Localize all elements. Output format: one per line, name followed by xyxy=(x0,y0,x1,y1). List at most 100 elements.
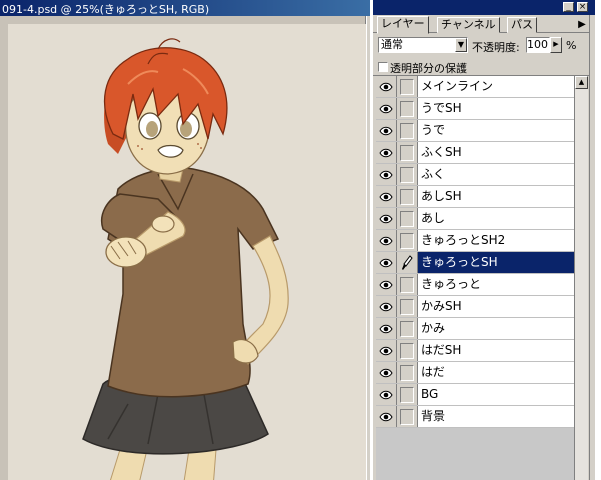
document-title: 091-4.psd @ 25%(きゅろっとSH, RGB) xyxy=(2,3,210,16)
link-box xyxy=(400,276,414,293)
layer-row[interactable]: かみ xyxy=(376,318,574,340)
link-cell[interactable] xyxy=(397,98,418,119)
blend-mode-select[interactable]: 通常 ▼ xyxy=(378,37,468,53)
document-border xyxy=(366,16,370,480)
layer-list-empty-area xyxy=(376,428,574,480)
layer-row[interactable]: はだ xyxy=(376,362,574,384)
link-box xyxy=(400,166,414,183)
link-cell[interactable] xyxy=(397,208,418,229)
layer-row[interactable]: かみSH xyxy=(376,296,574,318)
layers-palette: _ × レイヤー チャンネル パス ▶ 通常 ▼ 不透明度: 100 ▶ % 透… xyxy=(372,0,595,480)
link-cell[interactable] xyxy=(397,406,418,427)
minimize-button[interactable]: _ xyxy=(563,2,574,12)
tab-layers[interactable]: レイヤー xyxy=(377,16,429,34)
eye-icon[interactable] xyxy=(376,208,397,229)
brush-icon[interactable] xyxy=(397,252,418,273)
layer-name: あし xyxy=(421,211,446,225)
opacity-unit: % xyxy=(566,39,577,52)
eye-icon[interactable] xyxy=(376,252,397,273)
link-box xyxy=(400,210,414,227)
eye-icon[interactable] xyxy=(376,406,397,427)
link-box xyxy=(400,320,414,337)
link-box xyxy=(400,78,414,95)
layer-name: ふくSH xyxy=(421,145,462,159)
preserve-transparency-row: 透明部分の保護 xyxy=(373,58,595,76)
link-cell[interactable] xyxy=(397,142,418,163)
eye-icon[interactable] xyxy=(376,296,397,317)
layer-name: あしSH xyxy=(421,189,462,203)
eye-icon[interactable] xyxy=(376,274,397,295)
layer-name: はだSH xyxy=(421,343,462,357)
layer-row[interactable]: きゅろっとSH2 xyxy=(376,230,574,252)
layer-row[interactable]: はだSH xyxy=(376,340,574,362)
preserve-transparency-checkbox[interactable] xyxy=(378,62,388,72)
preserve-transparency-label: 透明部分の保護 xyxy=(390,62,467,75)
tab-channels[interactable]: チャンネル xyxy=(437,17,500,33)
eye-icon[interactable] xyxy=(376,76,397,97)
layer-name: ふく xyxy=(421,167,446,181)
palette-menu-icon[interactable]: ▶ xyxy=(575,18,589,31)
layer-row[interactable]: ふくSH xyxy=(376,142,574,164)
eye-icon[interactable] xyxy=(376,362,397,383)
palette-titlebar[interactable]: _ × xyxy=(373,0,595,15)
eye-icon[interactable] xyxy=(376,318,397,339)
layer-name: きゅろっとSH xyxy=(418,252,574,273)
layer-row[interactable]: うで xyxy=(376,120,574,142)
layer-row[interactable]: あしSH xyxy=(376,186,574,208)
eye-icon[interactable] xyxy=(376,98,397,119)
eye-icon[interactable] xyxy=(376,120,397,141)
close-button[interactable]: × xyxy=(577,2,588,12)
eye-icon[interactable] xyxy=(376,186,397,207)
layer-row[interactable]: BG xyxy=(376,384,574,406)
document-window: 091-4.psd @ 25%(きゅろっとSH, RGB) xyxy=(0,0,370,480)
link-box xyxy=(400,298,414,315)
layer-row[interactable]: きゅろっとSH xyxy=(376,252,574,274)
eye-icon[interactable] xyxy=(376,164,397,185)
link-cell[interactable] xyxy=(397,164,418,185)
layer-name: きゅろっとSH2 xyxy=(421,233,506,247)
link-box xyxy=(400,144,414,161)
layer-row[interactable]: 背景 xyxy=(376,406,574,428)
layer-row[interactable]: あし xyxy=(376,208,574,230)
link-cell[interactable] xyxy=(397,274,418,295)
layer-name: かみSH xyxy=(421,299,462,313)
layer-row[interactable]: きゅろっと xyxy=(376,274,574,296)
canvas-area[interactable] xyxy=(0,16,366,480)
layer-row[interactable]: ふく xyxy=(376,164,574,186)
eye-icon[interactable] xyxy=(376,230,397,251)
layer-name: はだ xyxy=(421,365,445,379)
link-cell[interactable] xyxy=(397,76,418,97)
link-cell[interactable] xyxy=(397,384,418,405)
link-box xyxy=(400,386,414,403)
link-cell[interactable] xyxy=(397,362,418,383)
layer-list-scrollbar[interactable]: ▲ xyxy=(574,76,588,480)
layer-row[interactable]: メインライン xyxy=(376,76,574,98)
eye-icon[interactable] xyxy=(376,384,397,405)
opacity-label: 不透明度: xyxy=(472,41,520,54)
link-cell[interactable] xyxy=(397,318,418,339)
layer-row[interactable]: うでSH xyxy=(376,98,574,120)
blend-mode-value: 通常 xyxy=(381,38,403,51)
link-cell[interactable] xyxy=(397,296,418,317)
tab-paths[interactable]: パス xyxy=(507,17,537,33)
link-cell[interactable] xyxy=(397,120,418,141)
layer-name: きゅろっと xyxy=(421,277,482,291)
link-box xyxy=(400,232,414,249)
eye-icon[interactable] xyxy=(376,142,397,163)
blend-options: 通常 ▼ 不透明度: 100 ▶ % xyxy=(373,35,595,57)
link-cell[interactable] xyxy=(397,230,418,251)
document-titlebar[interactable]: 091-4.psd @ 25%(きゅろっとSH, RGB) xyxy=(0,0,370,16)
link-cell[interactable] xyxy=(397,340,418,361)
image-canvas[interactable] xyxy=(8,24,366,480)
triangle-up-icon[interactable]: ▲ xyxy=(575,76,588,89)
link-box xyxy=(400,122,414,139)
link-box xyxy=(400,408,414,425)
opacity-input[interactable]: 100 xyxy=(526,37,550,53)
chevron-down-icon[interactable]: ▼ xyxy=(455,38,467,52)
character-illustration xyxy=(82,38,289,480)
link-box xyxy=(400,342,414,359)
link-cell[interactable] xyxy=(397,186,418,207)
opacity-slider-button[interactable]: ▶ xyxy=(550,37,562,53)
eye-icon[interactable] xyxy=(376,340,397,361)
link-box xyxy=(400,188,414,205)
